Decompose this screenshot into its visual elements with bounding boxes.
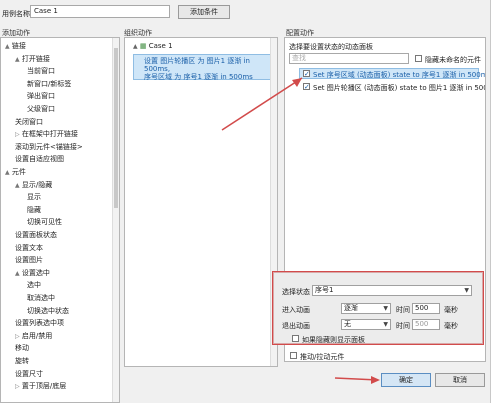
annotation-arrows [221,77,380,384]
annotation-arrow-line-1 [221,77,303,131]
background-window-strip [490,0,500,403]
annotation-arrowhead-2 [371,376,380,384]
case-editor-dialog: 用例名称 Case 1 添加条件 添加动作 组织动作 配置动作 ▲ 链接 ▲ 打开… [0,0,490,403]
annotation-arrowhead-1 [292,78,302,87]
